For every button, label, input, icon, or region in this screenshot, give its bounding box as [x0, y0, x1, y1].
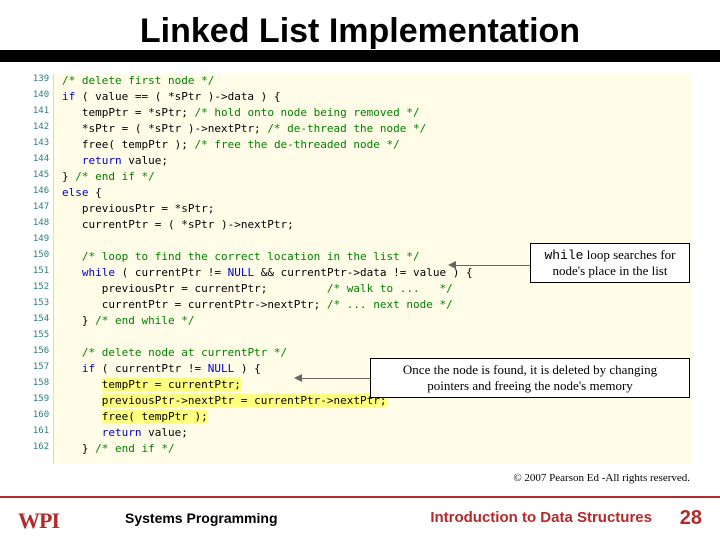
slide: Linked List Implementation 1391401411421… — [0, 0, 720, 540]
code-line: tempPtr = *sPtr; /* hold onto node being… — [62, 106, 420, 119]
line-number: 157 — [28, 362, 54, 372]
code-line: return value; — [62, 154, 168, 167]
line-number: 152 — [28, 282, 54, 292]
arrow-head-icon — [448, 261, 456, 269]
code-line: if ( currentPtr != NULL ) { — [62, 362, 261, 375]
code-line: return value; — [62, 426, 188, 439]
code-line: if ( value == ( *sPtr )->data ) { — [62, 90, 281, 103]
line-number: 159 — [28, 394, 54, 404]
code-line: previousPtr = *sPtr; — [62, 202, 214, 215]
footer-left-text: Systems Programming — [125, 510, 278, 526]
line-number: 144 — [28, 154, 54, 164]
wpi-logo: WPI — [18, 508, 59, 534]
line-number: 156 — [28, 346, 54, 356]
code-line: } /* end while */ — [62, 314, 194, 327]
line-number: 147 — [28, 202, 54, 212]
line-gutter: 139 140 141 142 143 144 145 146 147 148 149 150 151 1… — [28, 74, 54, 464]
code-line: } /* end if */ — [62, 442, 175, 455]
line-number: 153 — [28, 298, 54, 308]
code-line: currentPtr = ( *sPtr )->nextPtr; — [62, 218, 294, 231]
line-number: 162 — [28, 442, 54, 452]
arrow-line — [454, 265, 530, 266]
line-number: 140 — [28, 90, 54, 100]
code-line: free( tempPtr ); /* free the de-threaded… — [62, 138, 400, 151]
footer-right-text: Introduction to Data Structures — [430, 509, 652, 526]
line-number: 151 — [28, 266, 54, 276]
delete-callout: Once the node is found, it is deleted by… — [370, 358, 690, 398]
code-line: currentPtr = currentPtr->nextPtr; /* ...… — [62, 298, 453, 311]
copyright-text: © 2007 Pearson Ed -All rights reserved. — [513, 472, 690, 484]
code-line: *sPtr = ( *sPtr )->nextPtr; /* de-thread… — [62, 122, 426, 135]
code-line: tempPtr = currentPtr; — [62, 378, 241, 391]
code-line: previousPtr = currentPtr; /* walk to ...… — [62, 282, 453, 295]
line-number: 160 — [28, 410, 54, 420]
while-callout: while loop searches fornode's place in t… — [530, 243, 690, 283]
line-number: 141 — [28, 106, 54, 116]
line-number: 161 — [28, 426, 54, 436]
line-number: 145 — [28, 170, 54, 180]
line-number: 148 — [28, 218, 54, 228]
line-number: 155 — [28, 330, 54, 340]
code-line: else { — [62, 186, 102, 199]
code-line: /* delete first node */ — [62, 74, 214, 87]
code-line: while ( currentPtr != NULL && currentPtr… — [62, 266, 473, 279]
title-underline — [0, 50, 720, 62]
code-line: } /* end if */ — [62, 170, 155, 183]
title-bar: Linked List Implementation — [0, 0, 720, 62]
line-number: 154 — [28, 314, 54, 324]
line-number: 158 — [28, 378, 54, 388]
code-line: previousPtr->nextPtr = currentPtr->nextP… — [62, 394, 387, 407]
code-line: /* delete node at currentPtr */ — [62, 346, 287, 359]
line-number: 142 — [28, 122, 54, 132]
footer-rule — [0, 496, 720, 498]
arrow-head-icon — [294, 374, 302, 382]
line-number: 150 — [28, 250, 54, 260]
arrow-line — [300, 378, 370, 379]
slide-title: Linked List Implementation — [140, 12, 580, 51]
code-line: free( tempPtr ); — [62, 410, 208, 423]
code-line: /* loop to find the correct location in … — [62, 250, 420, 263]
line-number: 146 — [28, 186, 54, 196]
line-number: 139 — [28, 74, 54, 84]
line-number: 143 — [28, 138, 54, 148]
line-number: 149 — [28, 234, 54, 244]
page-number: 28 — [680, 507, 702, 530]
